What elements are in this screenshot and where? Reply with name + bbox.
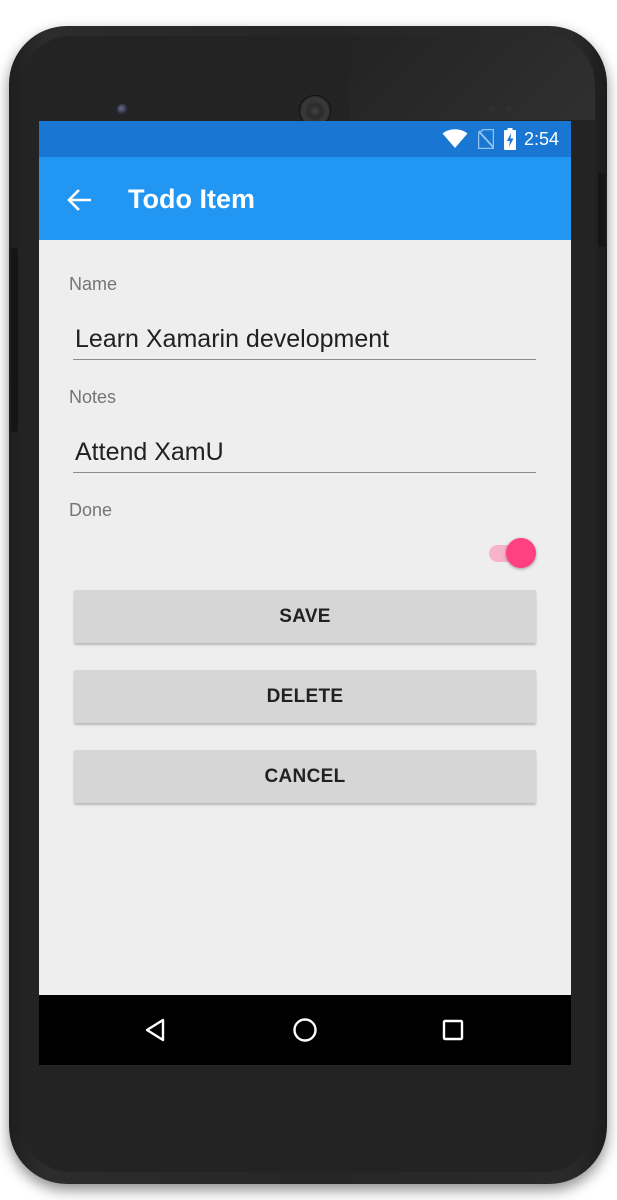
front-camera [117, 104, 128, 115]
status-bar: 2:54 [39, 121, 571, 157]
navigation-bar [39, 995, 571, 1065]
power-button [598, 173, 605, 247]
app-bar: Todo Item [39, 157, 571, 240]
page-title: Todo Item [128, 184, 255, 214]
name-label: Name [69, 274, 118, 294]
delete-button[interactable]: DELETE [74, 670, 536, 723]
arrow-back-icon [67, 189, 91, 211]
battery-charging-icon [503, 128, 516, 150]
todo-form: Name Notes Done SAVE DELETE CANCEL [39, 240, 571, 995]
done-toggle[interactable] [489, 537, 537, 569]
notes-field[interactable] [73, 433, 536, 473]
toggle-thumb [506, 538, 536, 568]
done-label: Done [69, 500, 113, 520]
bezel-glare [349, 36, 595, 120]
name-field[interactable] [73, 320, 536, 360]
wifi-icon [442, 129, 468, 149]
back-button[interactable] [61, 182, 97, 218]
notes-label: Notes [69, 387, 117, 407]
nav-back-button[interactable] [138, 1012, 174, 1048]
nav-home-button[interactable] [287, 1012, 323, 1048]
status-time: 2:54 [523, 128, 559, 149]
save-button[interactable]: SAVE [74, 590, 536, 643]
status-icons: 2:54 [442, 121, 559, 157]
phone-screen: 2:54 Todo Item Name Notes Done SAVE DELE… [39, 121, 571, 1065]
no-sim-icon [477, 129, 494, 149]
volume-button [11, 248, 18, 432]
light-sensor [506, 106, 512, 112]
recents-square-icon [442, 1019, 464, 1041]
home-circle-icon [293, 1018, 317, 1042]
proximity-sensor [489, 106, 495, 112]
nav-recents-button[interactable] [435, 1012, 471, 1048]
back-triangle-icon [145, 1018, 165, 1042]
cancel-button[interactable]: CANCEL [74, 750, 536, 803]
